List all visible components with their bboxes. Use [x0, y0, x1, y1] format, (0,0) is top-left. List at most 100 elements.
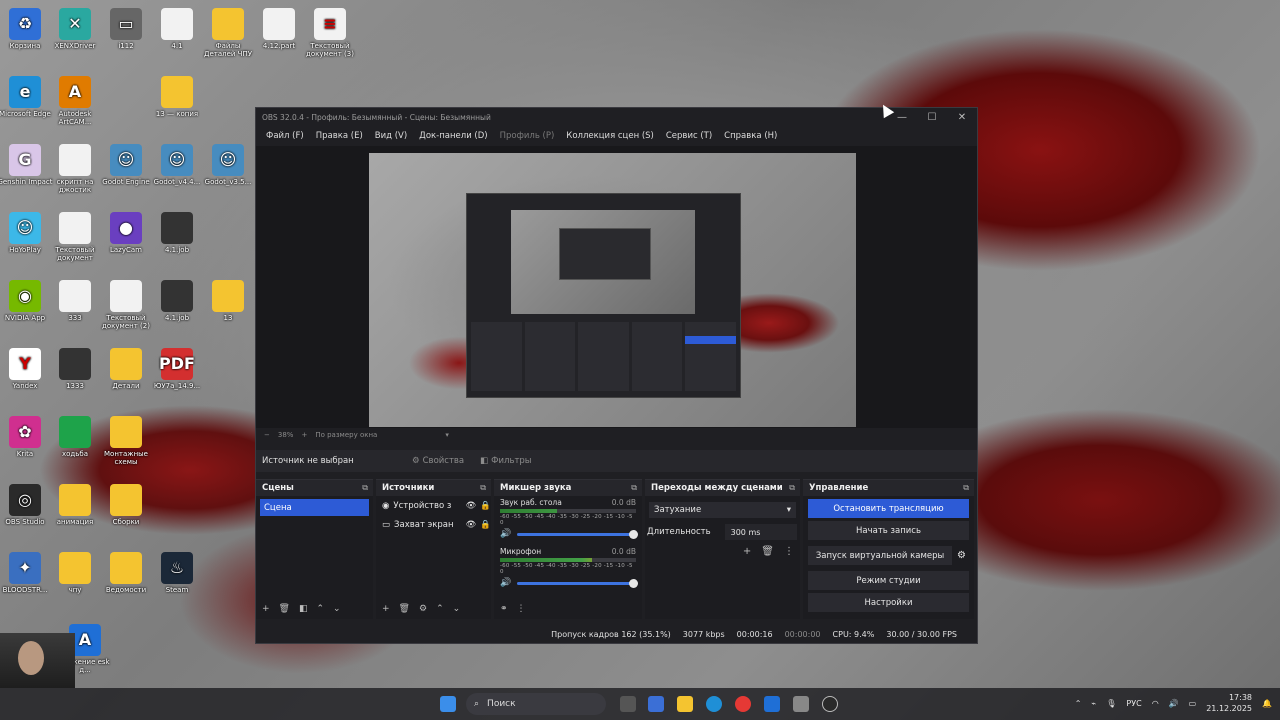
undock-icon[interactable]: ⧉	[963, 483, 969, 493]
stop-stream-button[interactable]: Остановить трансляцию	[808, 499, 969, 518]
desktop-icon[interactable]: чпу	[47, 552, 103, 594]
microphone-icon[interactable]: 🎙	[1106, 699, 1116, 708]
arrow-down-icon[interactable]: ⌄	[453, 604, 461, 614]
desktop-icon[interactable]: A Autodesk ArtCAM...	[47, 76, 103, 126]
windows-start-icon[interactable]	[440, 696, 456, 712]
volume-icon[interactable]: 🔊	[1169, 699, 1179, 708]
yandex-icon[interactable]	[735, 696, 751, 712]
title-bar[interactable]: OBS 32.0.4 - Профиль: Безымянный - Сцены…	[256, 108, 977, 126]
speaker-icon[interactable]: 🔊	[500, 529, 511, 539]
eye-icon[interactable]: 👁	[466, 501, 477, 511]
desktop-icon[interactable]: e Microsoft Edge	[0, 76, 53, 118]
desktop-icon[interactable]: ✦ BLOODSTR...	[0, 552, 53, 594]
desktop-icon[interactable]: PDF ЮУ7а_14.9...	[149, 348, 205, 390]
eye-icon[interactable]: 👁	[466, 520, 477, 530]
app-icon[interactable]	[764, 696, 780, 712]
desktop-icon[interactable]: ♨ Steam	[149, 552, 205, 594]
desktop-icon[interactable]: Детали	[98, 348, 154, 390]
language-indicator[interactable]: РУС	[1126, 699, 1141, 708]
obs-taskbar-icon[interactable]	[822, 696, 838, 712]
desktop-icon[interactable]: ☺ Godot Engine	[98, 144, 154, 186]
properties-button[interactable]: ⚙ Свойства	[404, 453, 472, 469]
desktop-icon[interactable]: Текстовый документ (2)	[98, 280, 154, 330]
desktop-icon[interactable]: Файлы Деталей ЧПУ	[200, 8, 256, 58]
menu-file[interactable]: Файл (F)	[260, 131, 310, 141]
program-preview[interactable]	[369, 153, 856, 427]
trash-icon[interactable]: 🗑	[399, 604, 410, 614]
undock-icon[interactable]: ⧉	[362, 483, 368, 493]
add-icon[interactable]: +	[262, 604, 270, 614]
desktop-icon[interactable]: ♻ Корзина	[0, 8, 53, 50]
clock[interactable]: 17:38 21.12.2025	[1206, 692, 1252, 714]
speaker-icon[interactable]: 🔊	[500, 578, 511, 588]
slider-knob[interactable]	[629, 578, 638, 588]
menu-view[interactable]: Вид (V)	[369, 131, 413, 141]
more-icon[interactable]: ⋮	[517, 604, 526, 614]
volume-slider[interactable]	[517, 578, 638, 588]
transition-select[interactable]: Затухание ▾	[649, 502, 796, 518]
desktop-icon[interactable]: 4.1.job	[149, 280, 205, 322]
wifi-icon[interactable]: ◠	[1152, 699, 1159, 708]
desktop-icon[interactable]: 4.12.part	[251, 8, 307, 50]
start-record-button[interactable]: Начать запись	[808, 521, 969, 540]
desktop-icon[interactable]: ☺ Godot_v4.4...	[149, 144, 205, 186]
virtual-cam-button[interactable]: Запуск виртуальной камеры	[808, 546, 953, 565]
preview-area[interactable]	[256, 146, 977, 428]
filters-button[interactable]: ◧ Фильтры	[472, 453, 539, 469]
desktop-icon[interactable]: G Genshin Impact	[0, 144, 53, 186]
desktop-icon[interactable]: 1333	[47, 348, 103, 390]
maximize-icon[interactable]: ☐	[917, 112, 947, 123]
notification-icon[interactable]: 🔔	[1262, 699, 1272, 708]
edge-icon[interactable]	[706, 696, 722, 712]
desktop-icon[interactable]: 4.1.job	[149, 212, 205, 254]
source-item[interactable]: ◉ Устройство з 👁 🔒	[376, 496, 491, 515]
arrow-up-icon[interactable]: ⌃	[436, 604, 444, 614]
desktop-icon[interactable]: скрипт на джостик	[47, 144, 103, 194]
settings-button[interactable]: Настройки	[808, 593, 969, 612]
add-icon[interactable]: +	[743, 546, 751, 557]
desktop-icon[interactable]: анимация	[47, 484, 103, 526]
desktop-icon[interactable]: ☺ HoYoPlay	[0, 212, 53, 254]
store-icon[interactable]	[648, 696, 664, 712]
desktop-icon[interactable]: ▭ i112	[98, 8, 154, 50]
trash-icon[interactable]: 🗑	[761, 546, 774, 557]
lock-icon[interactable]: 🔒	[480, 520, 491, 530]
scene-item[interactable]: Сцена	[260, 499, 369, 516]
network-icon[interactable]: ⌁	[1091, 699, 1096, 708]
undock-icon[interactable]: ⧉	[631, 483, 637, 493]
desktop-icon[interactable]: ◎ OBS Studio	[0, 484, 53, 526]
menu-profile[interactable]: Профиль (P)	[494, 131, 561, 141]
desktop-icon[interactable]: 333	[47, 280, 103, 322]
lock-icon[interactable]: 🔒	[480, 501, 491, 511]
zoom-in-icon[interactable]: +	[301, 431, 307, 439]
desktop-icon[interactable]: 13 — копия	[149, 76, 205, 118]
volume-slider[interactable]	[517, 529, 638, 539]
filter-icon[interactable]: ◧	[299, 604, 308, 614]
fit-dropdown[interactable]: По размеру окна	[315, 431, 377, 439]
desktop-icon[interactable]: 4.1	[149, 8, 205, 50]
menu-scene-collection[interactable]: Коллекция сцен (S)	[560, 131, 660, 141]
desktop-icon[interactable]: ☺ Godot_v3.5...	[200, 144, 256, 186]
menu-help[interactable]: Справка (H)	[718, 131, 783, 141]
zoom-out-icon[interactable]: −	[264, 431, 270, 439]
arrow-down-icon[interactable]: ⌄	[333, 604, 341, 614]
desktop-icon[interactable]: Монтажные схемы	[98, 416, 154, 466]
gear-icon[interactable]: ⚙	[957, 550, 974, 561]
explorer-icon[interactable]	[677, 696, 693, 712]
desktop-icon[interactable]: ◉ NVIDIA App	[0, 280, 53, 322]
desktop-icon[interactable]: ● LazyCam	[98, 212, 154, 254]
chevron-up-icon[interactable]: ⌃	[1075, 699, 1082, 708]
taskbar-search[interactable]: ⌕ Поиск	[466, 693, 606, 715]
menu-docks[interactable]: Док-панели (D)	[413, 131, 493, 141]
arrow-up-icon[interactable]: ⌃	[317, 604, 325, 614]
desktop-icon[interactable]: ходьба	[47, 416, 103, 458]
chevron-down-icon[interactable]: ▾	[445, 431, 449, 439]
app-icon[interactable]	[793, 696, 809, 712]
desktop-icon[interactable]: Сборки	[98, 484, 154, 526]
desktop-icon[interactable]: Y Yandex	[0, 348, 53, 390]
desktop-icon[interactable]: 13	[200, 280, 256, 322]
add-icon[interactable]: +	[382, 604, 390, 614]
gear-icon[interactable]: ⚙	[419, 604, 427, 614]
link-icon[interactable]: ⚭	[500, 604, 508, 614]
desktop-icon[interactable]: ✿ Krita	[0, 416, 53, 458]
